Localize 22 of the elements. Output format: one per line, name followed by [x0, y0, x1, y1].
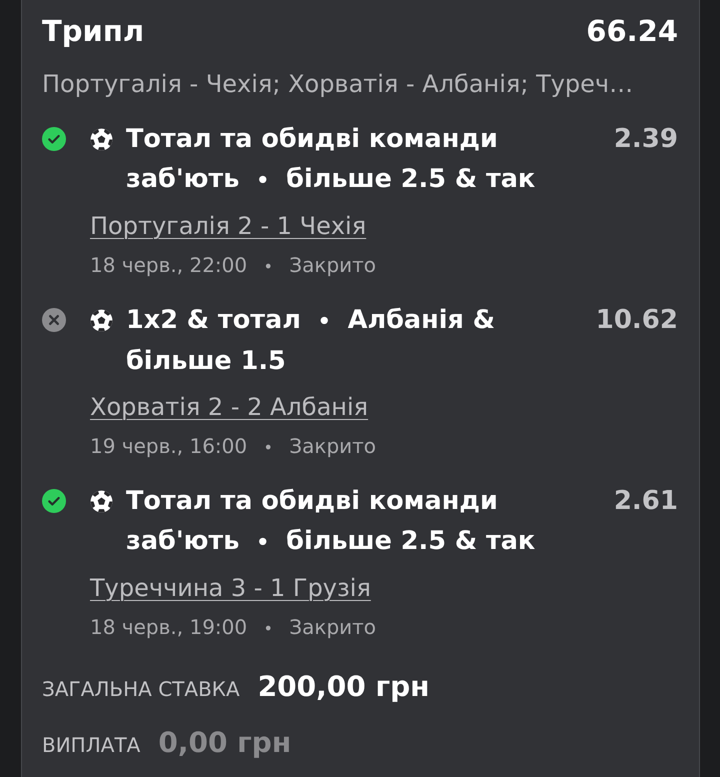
- soccer-ball-icon: [90, 490, 113, 513]
- payout-amount: 0,00 грн: [158, 725, 292, 761]
- match-link[interactable]: Туреччина 3 - 1 Грузія: [90, 572, 371, 604]
- bet-type-title: Трипл: [42, 13, 144, 50]
- payout-label: ВИПЛАТА: [42, 732, 140, 759]
- selection-odds: 2.61: [614, 485, 678, 518]
- soccer-ball-icon: [90, 309, 113, 332]
- selection-odds: 2.39: [614, 123, 678, 156]
- events-summary: Португалія - Чехія; Хорватія - Албанія; Туреч…: [42, 69, 634, 100]
- stake-label: ЗАГАЛЬНА СТАВКА: [42, 676, 240, 703]
- event-meta: 19 черв., 16:00 • Закрито: [90, 433, 376, 460]
- match-link[interactable]: Хорватія 2 - 2 Албанія: [90, 391, 368, 423]
- event-meta: 18 черв., 22:00 • Закрито: [90, 252, 376, 279]
- stake-amount: 200,00 грн: [258, 669, 430, 705]
- selection-title: Тотал та обидві команди заб'ють • більше 2.5 & так: [126, 123, 536, 196]
- selection-title: Тотал та обидві команди заб'ють • більше 2.5 & так: [126, 485, 536, 558]
- selection-odds: 10.62: [596, 304, 678, 337]
- event-meta: 18 черв., 19:00 • Закрито: [90, 614, 376, 641]
- selection-title: 1x2 & тотал • Албанія & більше 1.5: [126, 304, 496, 378]
- total-odds: 66.24: [586, 13, 678, 50]
- soccer-ball-icon: [90, 128, 113, 151]
- match-link[interactable]: Португалія 2 - 1 Чехія: [90, 210, 366, 242]
